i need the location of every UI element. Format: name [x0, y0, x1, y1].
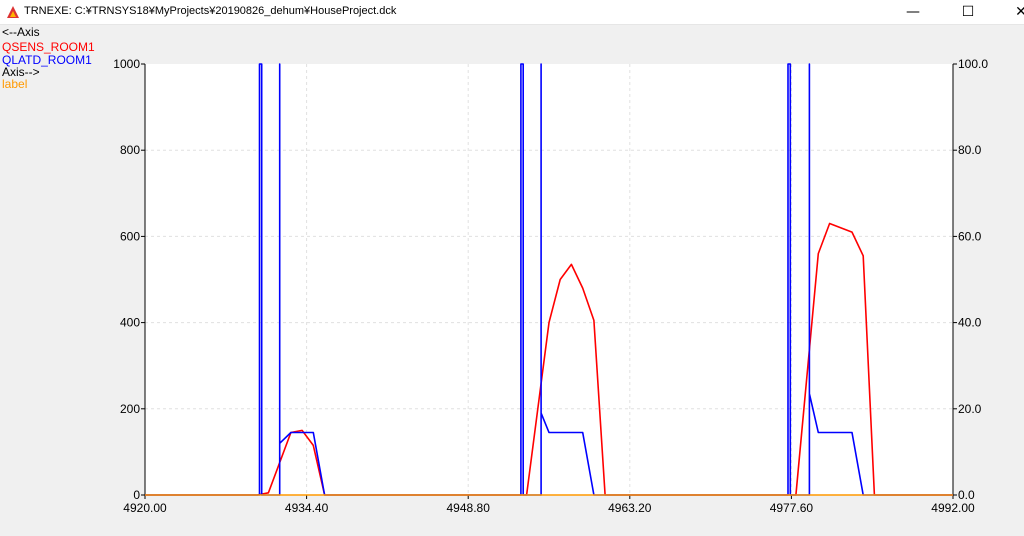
y-left-tick-label: 200 [120, 402, 140, 416]
minimize-button[interactable]: — [890, 0, 936, 24]
y-right-tick-label: 40.0 [958, 316, 982, 330]
maximize-button[interactable]: ☐ [945, 0, 991, 24]
x-tick-label: 4992.00 [931, 501, 975, 515]
x-tick-label: 4920.00 [123, 501, 167, 515]
y-right-tick-label: 60.0 [958, 229, 982, 243]
y-left-tick-label: 0 [133, 488, 140, 502]
y-left-tick-label: 1000 [113, 57, 140, 71]
app-icon [7, 6, 19, 18]
y-left-tick-label: 800 [120, 143, 140, 157]
x-tick-label: 4948.80 [447, 501, 491, 515]
x-tick-label: 4934.40 [285, 501, 329, 515]
close-button[interactable]: ✕ [998, 0, 1024, 24]
chart: 4920.00 4934.40 4948.80 4963.20 4977.60 4992.… [113, 57, 988, 515]
y-left-tick-label: 400 [120, 316, 140, 330]
window-title: TRNEXE: C:¥TRNSYS18¥MyProjects¥20190826_… [24, 5, 397, 17]
title-bar[interactable]: TRNEXE: C:¥TRNSYS18¥MyProjects¥20190826_… [0, 0, 1024, 25]
y-right-tick-label: 80.0 [958, 143, 982, 157]
plot-window: <--Axis QSENS_ROOM1 QLATD_ROOM1 Axis--> … [0, 25, 1024, 536]
x-tick-label: 4977.60 [770, 501, 814, 515]
x-tick-label: 4963.20 [608, 501, 652, 515]
y-left-tick-label: 600 [120, 229, 140, 243]
y-right-tick-label: 0.0 [958, 488, 975, 502]
y-right-tick-label: 100.0 [958, 57, 988, 71]
y-right-tick-label: 20.0 [958, 402, 982, 416]
plot-area [145, 64, 953, 495]
